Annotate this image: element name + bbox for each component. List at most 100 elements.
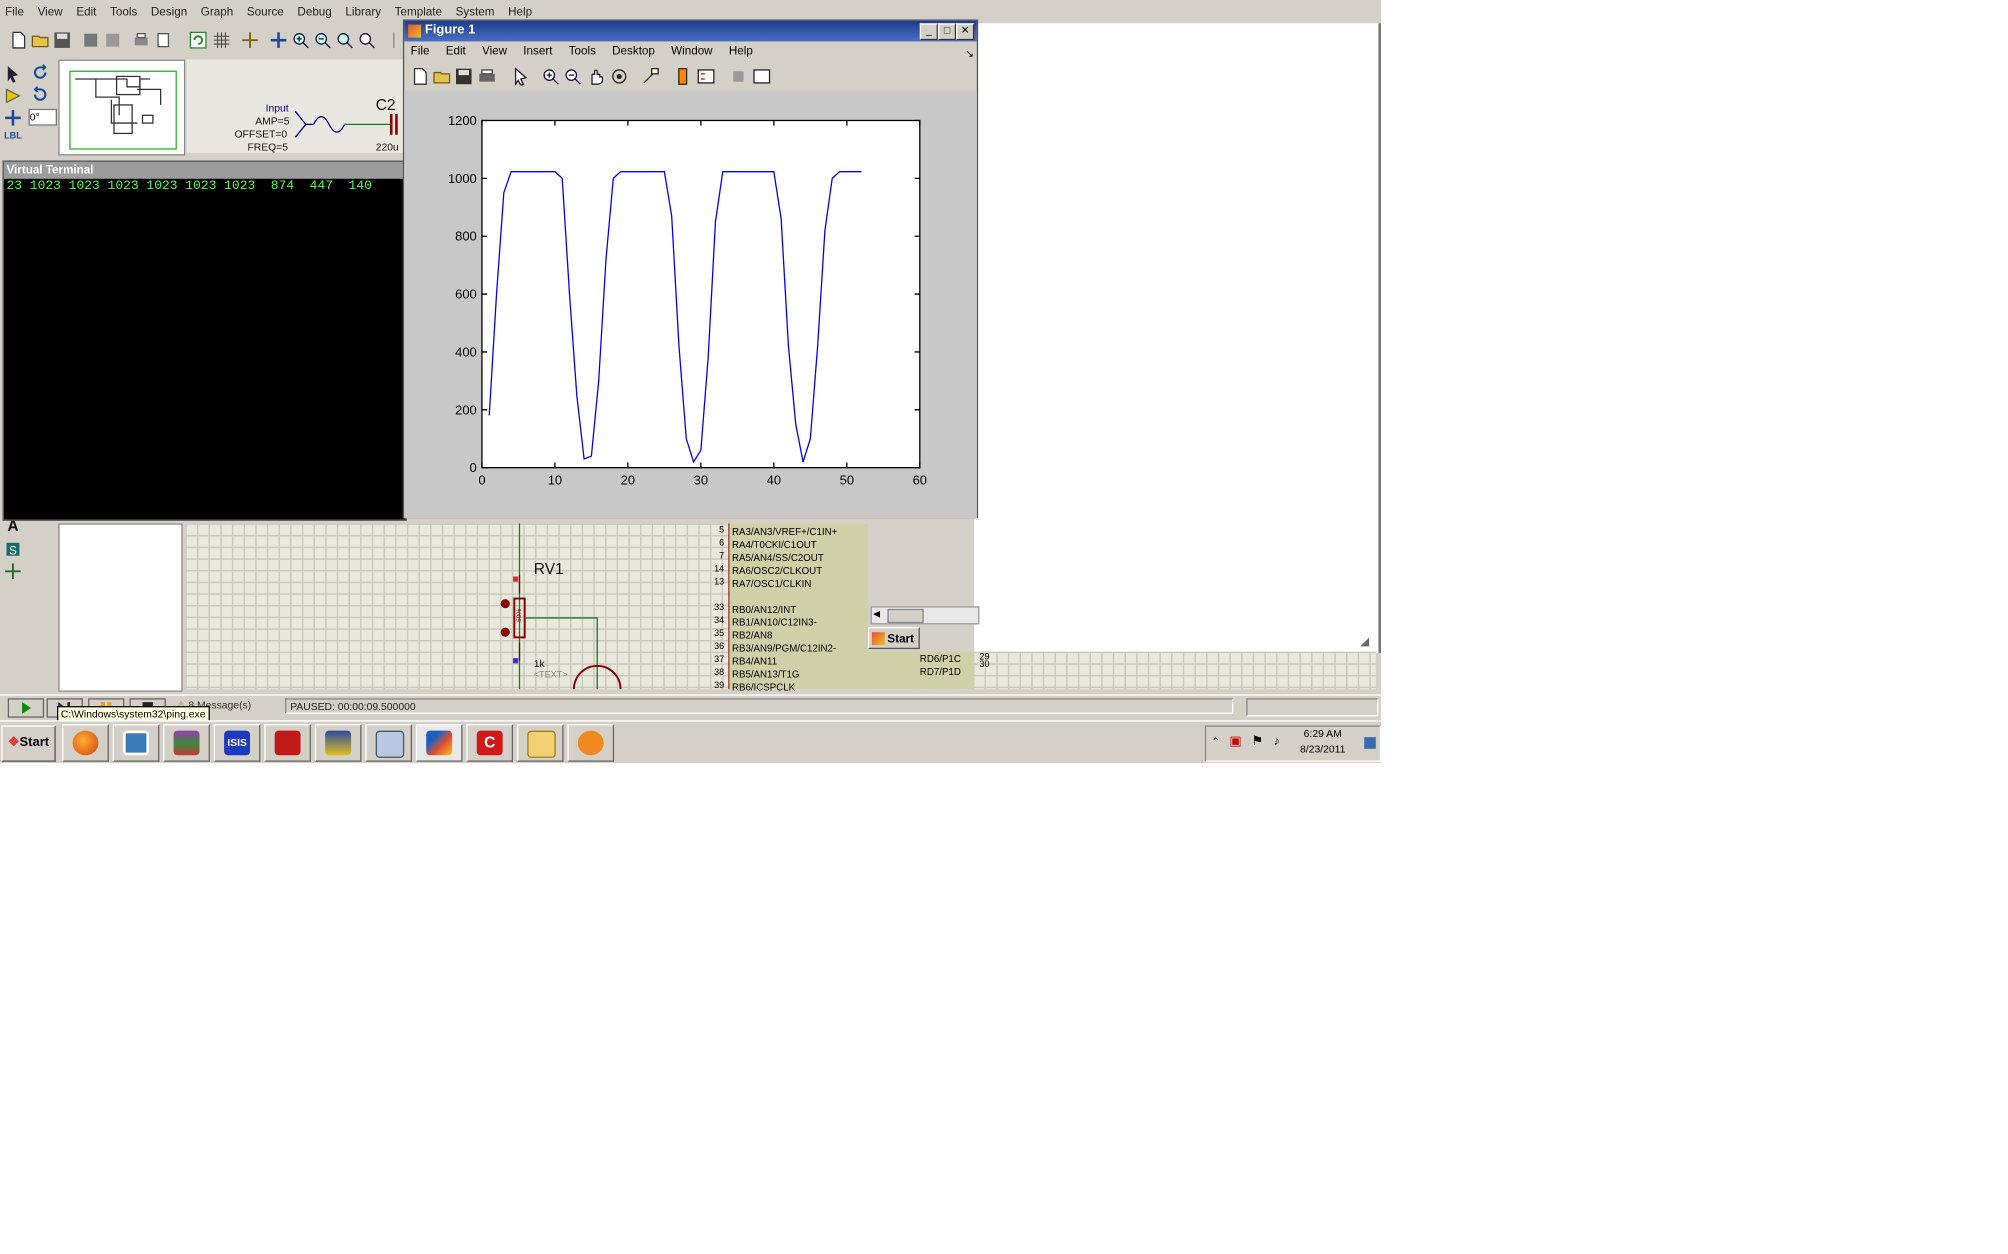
symbol-mode-icon[interactable]: S <box>3 540 24 558</box>
junction-mode-icon[interactable] <box>3 109 24 127</box>
export-icon[interactable] <box>102 30 123 51</box>
refresh-icon[interactable] <box>188 30 209 51</box>
clock-date[interactable]: 8/23/2011 <box>1284 744 1362 756</box>
figure-window[interactable]: Figure 1 _ □ ✕ File Edit View Insert Too… <box>403 19 978 518</box>
grid-toggle-icon[interactable] <box>211 30 232 51</box>
taskbar-app-isis[interactable]: ISIS <box>214 724 261 762</box>
figure-menu-view[interactable]: View <box>482 41 507 60</box>
figure-menu-desktop[interactable]: Desktop <box>612 41 655 60</box>
device-list[interactable] <box>58 523 182 691</box>
scroll-left-icon[interactable]: ◀ <box>873 609 885 621</box>
schematic-canvas-top[interactable]: Input AMP=5 OFFSET=0 FREQ=5 C2 220u <box>187 60 407 153</box>
speaker-icon[interactable]: ♪ <box>1273 735 1279 749</box>
open-file-icon[interactable] <box>431 66 452 87</box>
pan-hand-icon[interactable] <box>586 66 607 87</box>
menu-debug[interactable]: Debug <box>297 3 331 22</box>
print-icon[interactable] <box>131 30 152 51</box>
taskbar-app-explorer[interactable] <box>517 724 564 762</box>
taskbar-app-matlab[interactable] <box>416 724 463 762</box>
generator-amp: AMP=5 <box>255 115 289 127</box>
figure-menu-insert[interactable]: Insert <box>523 41 552 60</box>
figure-menu-window[interactable]: Window <box>671 41 712 60</box>
label-mode-icon[interactable]: LBL <box>3 132 24 150</box>
rotate-cw-icon[interactable] <box>31 63 49 88</box>
zoom-out-icon[interactable] <box>312 30 333 51</box>
import-icon[interactable] <box>80 30 101 51</box>
show-hidden-icons-icon[interactable]: ⌃ <box>1211 736 1220 748</box>
dock-arrow-icon[interactable]: ↘ <box>965 44 974 63</box>
schematic-canvas-right[interactable]: RD6/P1C RD7/P1D 29 30 <box>868 652 1376 690</box>
taskbar-app-firefox[interactable] <box>62 724 109 762</box>
virtual-terminal-title[interactable]: Virtual Terminal <box>4 162 408 179</box>
figure-menu-tools[interactable]: Tools <box>569 41 596 60</box>
network-icon[interactable]: ▣ <box>1229 735 1241 749</box>
rotation-angle-field[interactable]: 0° <box>29 109 58 126</box>
inner-start-label: Start <box>887 632 914 645</box>
taskbar-app-window[interactable] <box>113 724 160 762</box>
rotate-3d-icon[interactable] <box>609 66 630 87</box>
new-figure-icon[interactable] <box>409 66 430 87</box>
taskbar-app-winrar[interactable] <box>163 724 210 762</box>
marker-mode-icon[interactable] <box>3 562 24 580</box>
data-cursor-icon[interactable] <box>640 66 661 87</box>
taskbar-app-calculator[interactable] <box>365 724 412 762</box>
hide-tools-icon[interactable] <box>728 66 749 87</box>
taskbar-app-ccs[interactable]: C <box>466 724 513 762</box>
taskbar-app-media-player[interactable] <box>567 724 614 762</box>
save-icon[interactable] <box>52 30 73 51</box>
line-chart[interactable]: 0102030405060020040060080010001200 <box>404 91 977 519</box>
save-figure-icon[interactable] <box>453 66 474 87</box>
schematic-canvas-bottom[interactable]: RV1 1k <TEXT> 50% 5RA3/AN3/VREF+/C1IN+ 6… <box>185 523 868 689</box>
menu-source[interactable]: Source <box>247 3 284 22</box>
play-button[interactable] <box>8 698 44 717</box>
rotate-ccw-icon[interactable] <box>31 86 49 111</box>
start-button[interactable]: ❖Start <box>1 725 55 761</box>
figure-menu-edit[interactable]: Edit <box>446 41 466 60</box>
legend-icon[interactable] <box>696 66 717 87</box>
maximize-icon[interactable]: □ <box>938 23 956 40</box>
resize-grip-icon[interactable]: ◢ <box>1360 635 1369 649</box>
figure-menu-help[interactable]: Help <box>729 41 753 60</box>
menu-design[interactable]: Design <box>151 3 187 22</box>
isis-icon: ISIS <box>224 731 250 756</box>
action-center-flag-icon[interactable]: ⚑ <box>1251 735 1263 749</box>
menu-file[interactable]: File <box>5 3 24 22</box>
print-figure-icon[interactable] <box>477 66 498 87</box>
print-area-icon[interactable] <box>153 30 174 51</box>
menu-view[interactable]: View <box>38 3 63 22</box>
pan-icon[interactable] <box>268 30 289 51</box>
clock-time[interactable]: 6:29 AM <box>1284 728 1362 740</box>
zoom-in-icon[interactable] <box>540 66 561 87</box>
taskbar-app-winamp[interactable] <box>315 724 362 762</box>
selection-mode-icon[interactable] <box>3 65 24 83</box>
figure-titlebar[interactable]: Figure 1 _ □ ✕ <box>404 21 977 42</box>
edit-plot-icon[interactable] <box>510 66 531 87</box>
new-file-icon[interactable] <box>8 30 29 51</box>
overview-window[interactable] <box>58 60 185 156</box>
inner-start-button[interactable]: Start <box>868 627 920 649</box>
x-tick-label: 20 <box>621 473 635 488</box>
menu-edit[interactable]: Edit <box>76 3 96 22</box>
scroll-thumb[interactable] <box>887 609 923 623</box>
zoom-area-icon[interactable] <box>356 30 377 51</box>
open-folder-icon[interactable] <box>30 30 51 51</box>
colorbar-icon[interactable] <box>672 66 693 87</box>
minimize-icon[interactable]: _ <box>920 23 938 40</box>
taskbar-app-acrobat[interactable] <box>264 724 311 762</box>
figure-menu-file[interactable]: File <box>411 41 430 60</box>
menu-library[interactable]: Library <box>345 3 381 22</box>
zoom-out-icon[interactable] <box>562 66 583 87</box>
pot-percent: 50% <box>516 609 524 622</box>
show-desktop-button[interactable] <box>1364 737 1376 749</box>
horizontal-scrollbar[interactable]: ◀ <box>871 606 980 624</box>
figure-plot-area[interactable]: 0102030405060020040060080010001200 <box>404 91 977 519</box>
virtual-terminal-window[interactable]: Virtual Terminal 23 1023 1023 1023 1023 … <box>3 161 407 521</box>
zoom-all-icon[interactable] <box>334 30 355 51</box>
show-tools-icon[interactable] <box>751 66 772 87</box>
menu-graph[interactable]: Graph <box>201 3 233 22</box>
component-mode-icon[interactable] <box>3 87 24 105</box>
origin-icon[interactable] <box>240 30 261 51</box>
menu-tools[interactable]: Tools <box>110 3 137 22</box>
zoom-in-icon[interactable] <box>290 30 311 51</box>
close-icon[interactable]: ✕ <box>956 23 974 40</box>
